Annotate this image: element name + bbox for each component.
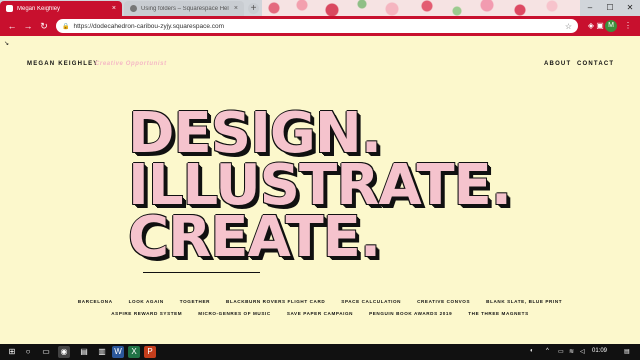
new-tab-button[interactable]: + xyxy=(248,3,259,14)
project-links-row-2: ASPIRE REWARD SYSTEM MICRO-GENRES OF MUS… xyxy=(0,311,640,316)
hero-heading: DESIGN. ILLUSTRATE. CREATE. xyxy=(128,106,512,270)
project-link[interactable]: BARCELONA xyxy=(78,299,113,304)
forward-arrow-icon[interactable]: → xyxy=(22,20,34,32)
project-link[interactable]: TOGETHER xyxy=(180,299,210,304)
resize-cursor-icon: ↘ xyxy=(4,41,10,47)
close-tab-icon[interactable]: × xyxy=(112,5,116,12)
browser-toolbar: ← → ↻ 🔒 https://dodecahedron-caribou-zyj… xyxy=(0,16,640,36)
store-icon[interactable]: ▥ xyxy=(96,346,108,358)
project-link[interactable]: THE THREE MAGNETS xyxy=(468,311,528,316)
file-explorer-icon[interactable]: ▤ xyxy=(78,346,90,358)
squarespace-favicon-icon xyxy=(130,5,137,12)
excel-icon[interactable]: X xyxy=(128,346,140,358)
maximize-button[interactable]: ☐ xyxy=(600,0,620,16)
action-center-icon[interactable]: ▤ xyxy=(624,348,630,355)
back-arrow-icon[interactable]: ← xyxy=(6,20,18,32)
windows-taskbar: ⊞ ○ ▭ ◉ ▤ ▥ W X P ◐ ^ ▭ ≋ ◁ 01:09 ▤ xyxy=(0,344,640,360)
project-link[interactable]: SAVE PAPER CAMPAIGN xyxy=(287,311,353,316)
hero-line-create: CREATE. xyxy=(128,205,381,270)
lock-icon: 🔒 xyxy=(62,23,70,30)
network-icon[interactable]: ≋ xyxy=(569,348,574,355)
tab-squarespace-help[interactable]: Using folders – Squarespace Hel × xyxy=(124,1,244,16)
reload-icon[interactable]: ↻ xyxy=(38,20,50,32)
minimize-button[interactable]: – xyxy=(580,0,600,16)
project-link[interactable]: BLANK SLATE, BLUE PRINT xyxy=(486,299,562,304)
project-link[interactable]: SPACE CALCULATION xyxy=(341,299,401,304)
project-link[interactable]: PENGUIN BOOK AWARDS 2019 xyxy=(369,311,452,316)
profile-avatar[interactable]: M xyxy=(605,20,617,32)
close-tab-icon[interactable]: × xyxy=(234,5,238,12)
powerpoint-icon[interactable]: P xyxy=(144,346,156,358)
volume-icon[interactable]: ◁ xyxy=(580,348,585,355)
tab-megan-keighley[interactable]: Megan Keighley × xyxy=(0,1,122,16)
site-brand[interactable]: MEGAN KEIGHLEY xyxy=(27,61,98,67)
browser-theme-pattern xyxy=(262,0,580,16)
menu-kebab-icon[interactable]: ⋮ xyxy=(622,20,634,32)
show-hidden-icons-icon[interactable]: ^ xyxy=(546,348,549,354)
address-bar[interactable]: 🔒 https://dodecahedron-caribou-zyjy.squa… xyxy=(56,19,578,33)
site-favicon-icon xyxy=(6,5,13,12)
windows-start-icon[interactable]: ⊞ xyxy=(6,346,18,358)
site-tagline: Creative Opportunist xyxy=(95,61,167,67)
project-link[interactable]: CREATIVE CONVOS xyxy=(417,299,470,304)
close-window-button[interactable]: ✕ xyxy=(620,0,640,16)
project-links-row-1: BARCELONA LOOK AGAIN TOGETHER BLACKBURN … xyxy=(0,299,640,304)
chrome-taskbar-icon[interactable]: ◉ xyxy=(58,346,70,358)
task-view-icon[interactable]: ▭ xyxy=(40,346,52,358)
word-icon[interactable]: W xyxy=(112,346,124,358)
system-tray-icon[interactable]: ◐ xyxy=(530,348,534,354)
project-link[interactable]: LOOK AGAIN xyxy=(129,299,164,304)
project-link[interactable]: MICRO-GENRES OF MUSIC xyxy=(198,311,271,316)
nav-about[interactable]: ABOUT xyxy=(544,61,571,67)
tab-strip: Megan Keighley × Using folders – Squares… xyxy=(0,0,640,16)
notification-icon[interactable]: ▭ xyxy=(558,348,564,355)
project-link[interactable]: BLACKBURN ROVERS FLIGHT CARD xyxy=(226,299,325,304)
tab-title: Using folders – Squarespace Hel xyxy=(141,5,229,12)
taskbar-clock[interactable]: 01:09 xyxy=(592,348,607,354)
url-text[interactable]: https://dodecahedron-caribou-zyjy.square… xyxy=(73,23,564,30)
bookmark-star-icon[interactable]: ☆ xyxy=(565,22,572,31)
tab-title: Megan Keighley xyxy=(17,5,61,12)
cortana-circle-icon[interactable]: ○ xyxy=(22,346,34,358)
divider-line xyxy=(143,272,260,273)
project-link[interactable]: ASPIRE REWARD SYSTEM xyxy=(111,311,182,316)
nav-contact[interactable]: CONTACT xyxy=(577,61,614,67)
